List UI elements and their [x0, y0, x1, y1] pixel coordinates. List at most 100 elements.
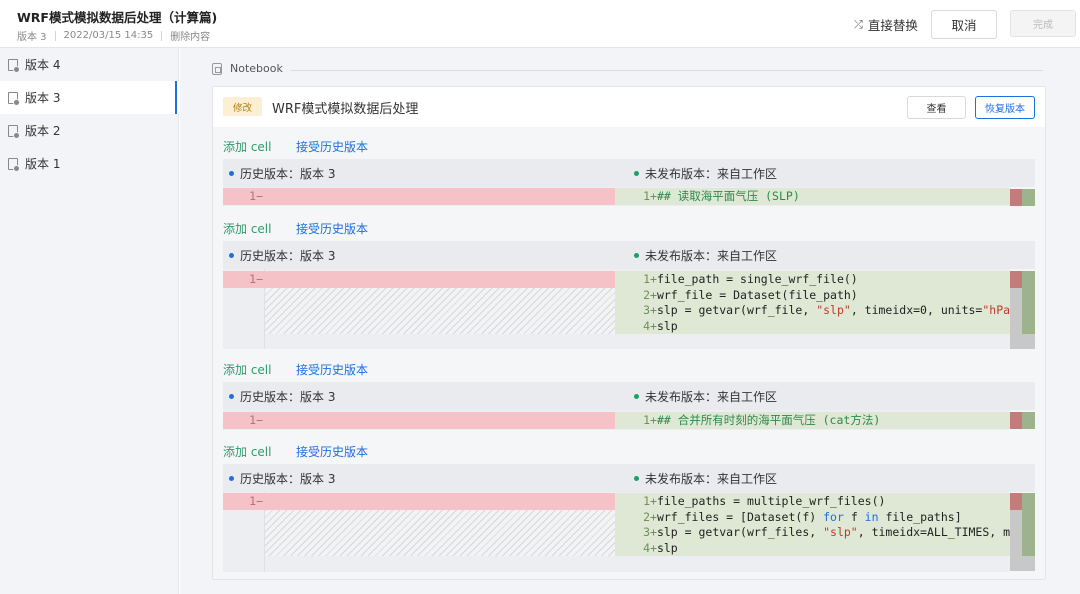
version-meta: 版本 3 2022/03/15 14:35 删除内容 — [17, 28, 210, 43]
cancel-button[interactable]: 取消 — [931, 10, 997, 39]
diff-minimap[interactable] — [1010, 271, 1035, 349]
added-marker: + — [650, 525, 657, 539]
notebook-title: WRF模式模拟数据后处理 — [272, 102, 419, 117]
added-marker: + — [650, 540, 657, 555]
line-number: 2 — [643, 509, 650, 524]
accept-history-link[interactable]: 接受历史版本 — [296, 220, 368, 237]
accept-history-link[interactable]: 接受历史版本 — [296, 443, 368, 460]
deleted-line: 1− — [223, 412, 615, 429]
restore-version-button[interactable]: 恢复版本 — [975, 96, 1035, 119]
code-token: in — [864, 509, 879, 524]
green-dot-icon — [634, 393, 639, 399]
shuffle-icon: ⤮ — [854, 17, 863, 31]
code-token: file_paths = multiple_wrf_files() — [656, 494, 886, 508]
diff-minimap[interactable] — [1010, 412, 1035, 429]
code-line: 2+wrf_file = Dataset(file_path) — [615, 288, 1010, 303]
version-datetime: 2022/03/15 14:35 — [63, 30, 154, 41]
accept-history-link[interactable]: 接受历史版本 — [296, 138, 368, 155]
minimap-deleted — [1010, 189, 1022, 206]
code-line: 1+file_path = single_wrf_file() — [615, 272, 1010, 287]
divider — [161, 30, 163, 41]
history-version-header: 历史版本：版本 3 — [223, 464, 615, 492]
add-cell-link[interactable]: 添加 cell — [223, 138, 271, 155]
added-marker: + — [650, 303, 657, 317]
code-line: 4+slp — [615, 319, 1010, 334]
unpublished-version-label: 未发布版本：来自工作区 — [645, 389, 778, 404]
deleted-line: 1− — [223, 493, 615, 510]
green-dot-icon — [634, 170, 639, 176]
history-version-header: 历史版本：版本 3 — [223, 159, 615, 187]
view-button[interactable]: 查看 — [907, 96, 966, 119]
file-version-icon — [8, 91, 20, 106]
line-number: 3 — [643, 525, 650, 539]
diff-right-pane: 1+## 读取海平面气压 (SLP) — [615, 187, 1010, 206]
blue-dot-icon — [229, 475, 234, 481]
add-cell-link[interactable]: 添加 cell — [223, 220, 271, 237]
added-marker: + — [650, 509, 657, 524]
accept-history-link[interactable]: 接受历史版本 — [296, 361, 368, 378]
sidebar-item-version-3[interactable]: 版本 3 — [0, 81, 179, 114]
code-token: "hPa — [982, 303, 1010, 317]
line-number: 1− — [249, 189, 263, 203]
code-token: file_path = single_wrf_file() — [656, 272, 858, 286]
notebook-label: Notebook — [230, 62, 283, 75]
line-number: 4 — [643, 540, 650, 555]
code-token: for — [823, 509, 844, 524]
notebook-section-label: Notebook — [212, 62, 283, 75]
added-marker: + — [650, 189, 657, 203]
add-cell-link[interactable]: 添加 cell — [223, 361, 271, 378]
line-number: 2 — [643, 287, 650, 302]
code-line: 3+slp = getvar(wrf_file, "slp", timeidx=… — [615, 303, 1010, 318]
minimap-added — [1022, 189, 1035, 206]
sidebar-item-label: 版本 1 — [25, 157, 61, 171]
delete-content-link[interactable]: 删除内容 — [170, 28, 210, 43]
history-version-header: 历史版本：版本 3 — [223, 241, 615, 269]
history-version-label: 历史版本：版本 3 — [240, 471, 336, 486]
diff-left-pane: 1− — [223, 410, 615, 430]
diff-right-pane: 1+file_path = single_wrf_file() 2+wrf_fil… — [615, 269, 1010, 349]
line-number: 1− — [249, 413, 263, 427]
unpublished-version-header: 未发布版本：来自工作区 — [615, 382, 1035, 410]
divider — [290, 70, 1043, 71]
diff-right-pane: 1+## 合并所有时刻的海平面气压 (cat方法) — [615, 410, 1010, 430]
sidebar-item-label: 版本 3 — [25, 91, 61, 105]
direct-replace-button[interactable]: ⤮ 直接替换 — [854, 15, 918, 34]
version-label: 版本 3 — [17, 32, 47, 43]
code-token: slp — [656, 540, 678, 555]
code-line: 1+## 读取海平面气压 (SLP) — [615, 189, 1010, 204]
unpublished-version-header: 未发布版本：来自工作区 — [615, 159, 1035, 187]
divider — [54, 30, 56, 41]
code-line: 4+slp — [615, 541, 1010, 556]
diff-left-pane: 1− — [223, 269, 615, 349]
blue-dot-icon — [229, 393, 234, 399]
minimap-deleted — [1010, 493, 1022, 510]
diff-minimap[interactable] — [1010, 189, 1035, 206]
sidebar-item-version-4[interactable]: 版本 4 — [0, 48, 179, 81]
blue-dot-icon — [229, 170, 234, 176]
minimap-added — [1022, 412, 1035, 429]
sidebar-item-version-2[interactable]: 版本 2 — [0, 114, 179, 147]
history-version-label: 历史版本：版本 3 — [240, 389, 336, 404]
code-token: f — [843, 509, 865, 524]
modified-badge: 修改 — [223, 97, 262, 116]
green-dot-icon — [634, 252, 639, 258]
version-sidebar: 版本 4 版本 3 版本 2 版本 1 — [0, 48, 179, 594]
diff-left-pane: 1− — [223, 187, 615, 206]
minimap-deleted — [1010, 271, 1022, 288]
sidebar-item-version-1[interactable]: 版本 1 — [0, 147, 179, 180]
history-version-label: 历史版本：版本 3 — [240, 248, 336, 263]
added-marker: + — [650, 287, 657, 302]
green-dot-icon — [634, 475, 639, 481]
line-number: 1 — [643, 494, 650, 508]
file-version-icon — [8, 58, 20, 73]
code-token: wrf_files = [Dataset(f) — [656, 509, 824, 524]
file-version-icon — [8, 124, 20, 139]
minimap-added — [1022, 493, 1035, 556]
top-header: WRF模式模拟数据后处理（计算篇) 版本 3 2022/03/15 14:35 … — [0, 0, 1080, 48]
code-line: 3+slp = getvar(wrf_files, "slp", timeidx… — [615, 525, 1010, 540]
unpublished-version-label: 未发布版本：来自工作区 — [645, 471, 778, 486]
done-button[interactable]: 完成 — [1010, 10, 1076, 37]
unpublished-version-label: 未发布版本：来自工作区 — [645, 248, 778, 263]
add-cell-link[interactable]: 添加 cell — [223, 443, 271, 460]
diff-minimap[interactable] — [1010, 493, 1035, 571]
